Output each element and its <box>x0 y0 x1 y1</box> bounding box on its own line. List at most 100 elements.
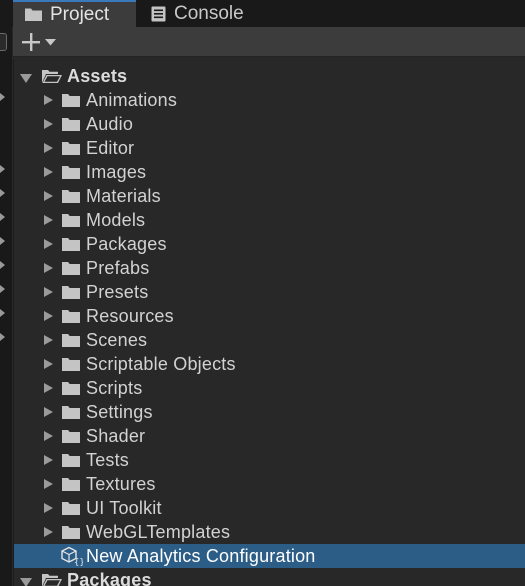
folder-icon <box>62 118 80 131</box>
collapsed-arrow-icon[interactable] <box>44 119 53 129</box>
tree-root-packages[interactable]: Packages <box>14 568 525 586</box>
create-button[interactable] <box>21 30 65 54</box>
collapsed-arrow-icon <box>0 309 5 317</box>
collapsed-arrow-icon <box>0 237 5 245</box>
project-window: Project Console Assets Animations Audio … <box>0 0 525 586</box>
tree-label: Animations <box>86 90 178 110</box>
folder-icon <box>62 190 80 203</box>
folder-row[interactable]: WebGLTemplates <box>14 520 525 544</box>
tab-project[interactable]: Project <box>13 0 136 27</box>
collapsed-arrow-icon[interactable] <box>44 215 53 225</box>
collapsed-arrow-icon[interactable] <box>44 407 53 417</box>
tree-root-assets[interactable]: Assets <box>14 64 525 88</box>
collapsed-arrow-icon[interactable] <box>44 455 53 465</box>
collapsed-arrow-icon <box>0 333 5 341</box>
tree-label: Editor <box>86 138 135 158</box>
expand-arrow-icon[interactable] <box>20 74 32 83</box>
tree-label: Prefabs <box>86 258 150 278</box>
tab-bar: Project Console <box>0 0 525 27</box>
folder-row[interactable]: Scripts <box>14 376 525 400</box>
folder-icon <box>62 430 80 443</box>
search-field-edge[interactable] <box>0 33 7 51</box>
collapsed-arrow-icon[interactable] <box>44 335 53 345</box>
collapsed-arrow-icon[interactable] <box>44 95 53 105</box>
folder-icon <box>62 526 80 539</box>
collapsed-arrow-icon[interactable] <box>44 239 53 249</box>
folder-row[interactable]: Materials <box>14 184 525 208</box>
console-icon <box>151 6 166 22</box>
folder-icon <box>62 310 80 323</box>
folder-row[interactable]: Textures <box>14 472 525 496</box>
folder-row[interactable]: Settings <box>14 400 525 424</box>
tab-project-label: Project <box>50 3 110 25</box>
folder-icon <box>62 262 80 275</box>
tree-label: Images <box>86 162 147 182</box>
project-toolbar <box>13 27 525 57</box>
folder-row[interactable]: UI Toolkit <box>14 496 525 520</box>
plus-icon <box>21 32 41 52</box>
scriptable-object-icon: {} <box>61 546 83 566</box>
collapsed-arrow-icon <box>0 213 5 221</box>
tree-label: Scriptable Objects <box>86 354 236 374</box>
tree-label: Shader <box>86 426 146 446</box>
collapsed-arrow-icon[interactable] <box>44 503 53 513</box>
folder-icon <box>62 238 80 251</box>
collapsed-arrow-icon[interactable] <box>44 311 53 321</box>
folder-row[interactable]: Editor <box>14 136 525 160</box>
collapsed-arrow-icon[interactable] <box>44 263 53 273</box>
folder-row[interactable]: Tests <box>14 448 525 472</box>
tab-console[interactable]: Console <box>147 0 267 27</box>
asset-row-selected[interactable]: {} New Analytics Configuration <box>14 544 525 568</box>
folder-icon <box>62 166 80 179</box>
tree-label: Resources <box>86 306 174 326</box>
collapsed-arrow-icon <box>0 285 5 293</box>
folder-row[interactable]: Prefabs <box>14 256 525 280</box>
folder-icon <box>62 382 80 395</box>
collapsed-arrow-icon[interactable] <box>44 527 53 537</box>
tree-label: Materials <box>86 186 161 206</box>
collapsed-arrow-icon[interactable] <box>44 143 53 153</box>
collapsed-arrow-icon[interactable] <box>44 191 53 201</box>
folder-icon <box>62 502 80 515</box>
folder-icon <box>62 358 80 371</box>
folder-row[interactable]: Scriptable Objects <box>14 352 525 376</box>
tree-label: Assets <box>67 66 128 86</box>
collapsed-arrow-icon[interactable] <box>44 431 53 441</box>
folder-row[interactable]: Packages <box>14 232 525 256</box>
folder-row[interactable]: Images <box>14 160 525 184</box>
folder-row[interactable]: Animations <box>14 88 525 112</box>
folder-icon <box>62 478 80 491</box>
adjacent-panel-edge <box>0 27 12 586</box>
folder-icon <box>24 7 43 22</box>
folder-row[interactable]: Scenes <box>14 328 525 352</box>
folder-icon <box>62 94 80 107</box>
project-tree: Assets Animations Audio Editor Images Ma… <box>13 59 525 586</box>
collapsed-arrow-icon <box>0 261 5 269</box>
expand-arrow-icon[interactable] <box>20 578 32 586</box>
folder-row[interactable]: Resources <box>14 304 525 328</box>
tree-label: Presets <box>86 282 149 302</box>
tree-label: Scenes <box>86 330 148 350</box>
tree-label: Packages <box>86 234 167 254</box>
collapsed-arrow-icon <box>0 93 5 101</box>
folder-icon <box>62 286 80 299</box>
collapsed-arrow-icon[interactable] <box>44 479 53 489</box>
tree-label: WebGLTemplates <box>86 522 231 542</box>
tree-label: UI Toolkit <box>86 498 162 518</box>
folder-row[interactable]: Models <box>14 208 525 232</box>
chevron-down-icon <box>45 38 56 46</box>
collapsed-arrow-icon <box>0 165 5 173</box>
collapsed-arrow-icon[interactable] <box>44 167 53 177</box>
folder-row[interactable]: Presets <box>14 280 525 304</box>
collapsed-arrow-icon[interactable] <box>44 383 53 393</box>
folder-row[interactable]: Shader <box>14 424 525 448</box>
tree-label: New Analytics Configuration <box>86 546 316 566</box>
folder-row[interactable]: Audio <box>14 112 525 136</box>
folder-icon <box>62 334 80 347</box>
tree-label: Audio <box>86 114 134 134</box>
collapsed-arrow-icon[interactable] <box>44 287 53 297</box>
tree-label: Settings <box>86 402 153 422</box>
folder-open-icon <box>42 574 62 586</box>
collapsed-arrow-icon <box>0 189 5 197</box>
collapsed-arrow-icon[interactable] <box>44 359 53 369</box>
